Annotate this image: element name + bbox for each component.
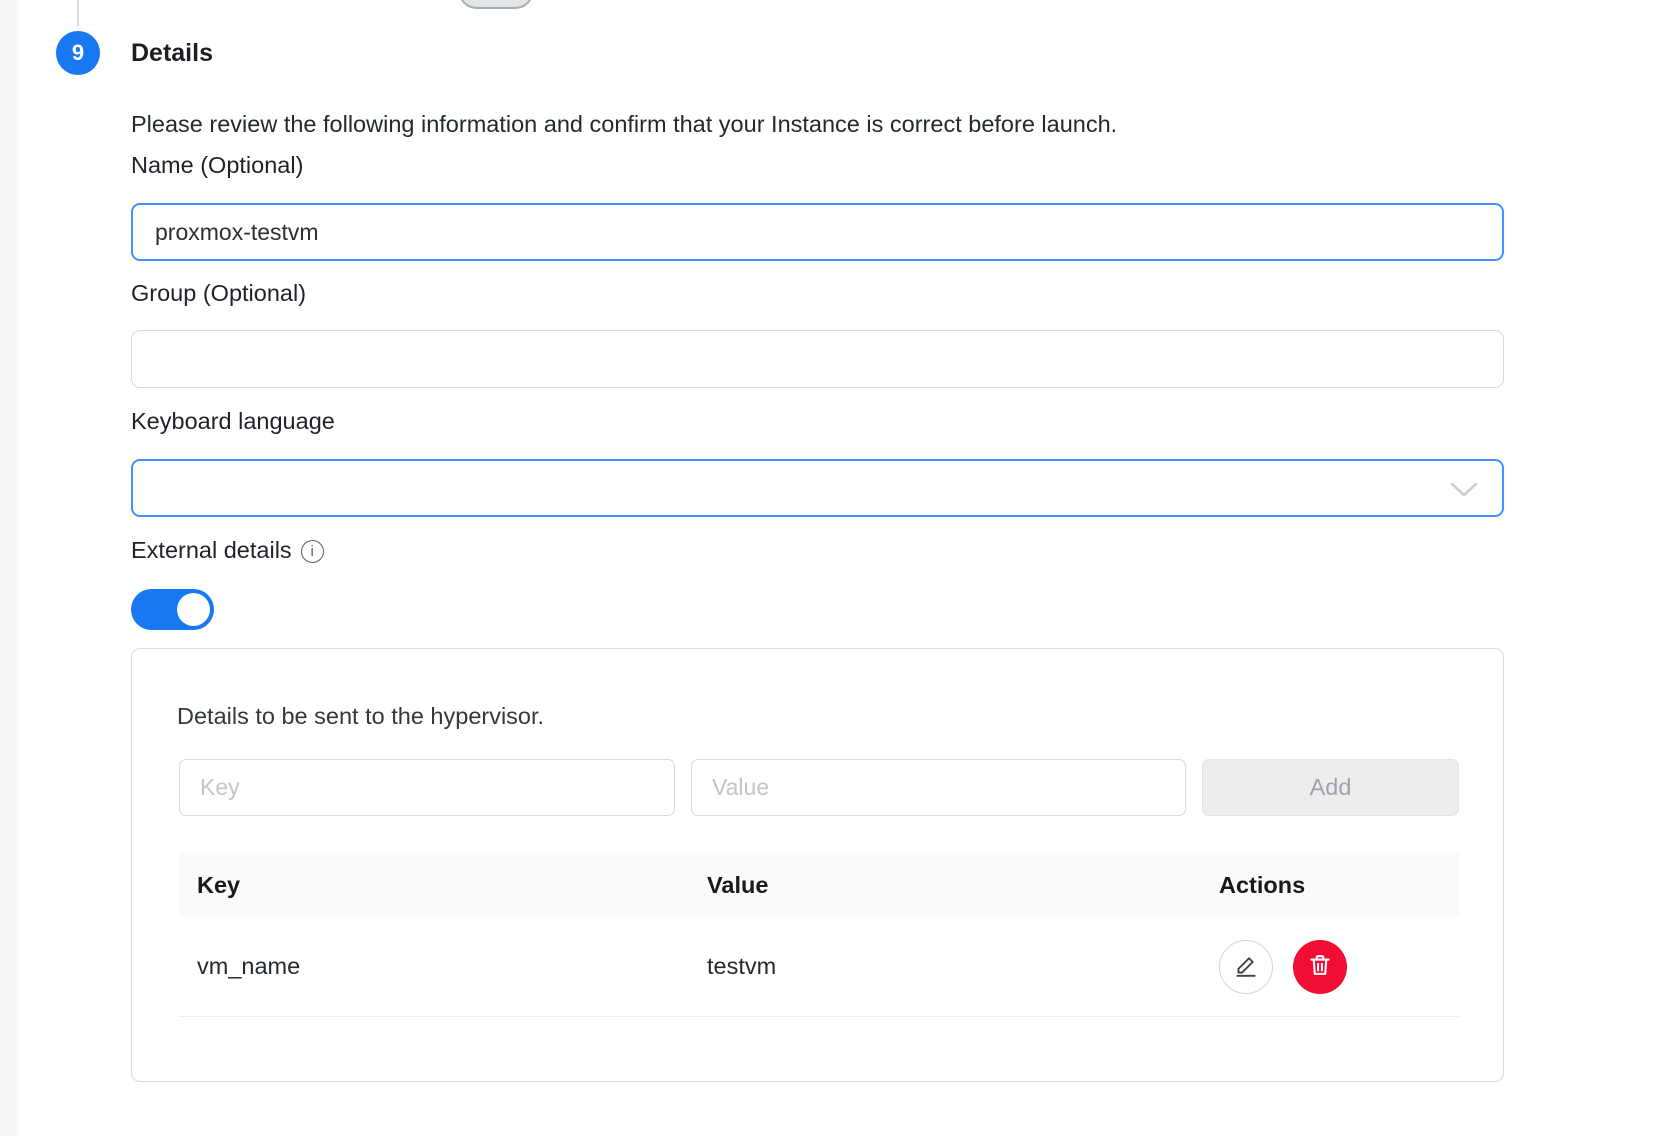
name-input[interactable] <box>131 203 1504 261</box>
trash-icon <box>1307 952 1333 981</box>
pencil-icon <box>1233 952 1259 981</box>
group-input[interactable] <box>131 330 1504 388</box>
row-value-cell: testvm <box>689 953 1201 980</box>
header-actions: Actions <box>1201 872 1459 899</box>
table-row: vm_name testvm <box>179 917 1459 1017</box>
group-field-label: Group (Optional) <box>131 280 306 307</box>
step-number-badge: 9 <box>56 31 100 75</box>
page-left-gutter <box>0 0 18 1136</box>
keyboard-language-select[interactable] <box>131 459 1504 517</box>
review-instructions-text: Please review the following information … <box>131 111 1117 138</box>
stepper-connector-line <box>77 0 79 26</box>
key-input[interactable] <box>179 759 675 816</box>
table-header-row: Key Value Actions <box>179 853 1459 917</box>
keyboard-language-label: Keyboard language <box>131 408 335 435</box>
hypervisor-description: Details to be sent to the hypervisor. <box>177 703 544 730</box>
previous-step-toggle-partial[interactable] <box>458 0 534 9</box>
name-field-label: Name (Optional) <box>131 152 303 179</box>
instance-launch-details-step: 9 Details Please review the following in… <box>0 0 1662 1136</box>
external-details-label: External details <box>131 537 292 564</box>
info-icon[interactable]: i <box>301 540 324 563</box>
row-key-cell: vm_name <box>179 953 689 980</box>
hypervisor-details-table: Key Value Actions vm_name testvm <box>179 853 1459 1017</box>
header-key: Key <box>179 872 689 899</box>
hypervisor-details-panel: Details to be sent to the hypervisor. Ad… <box>131 648 1504 1082</box>
step-number: 9 <box>72 40 84 66</box>
edit-button[interactable] <box>1219 940 1273 994</box>
value-input[interactable] <box>691 759 1186 816</box>
delete-button[interactable] <box>1293 940 1347 994</box>
external-details-label-row: External details i <box>131 537 324 564</box>
add-button[interactable]: Add <box>1202 759 1459 816</box>
step-title: Details <box>131 39 213 68</box>
external-details-toggle[interactable] <box>131 589 214 630</box>
chevron-down-icon <box>1450 482 1478 504</box>
row-actions-cell <box>1201 940 1459 994</box>
toggle-knob <box>177 593 210 626</box>
header-value: Value <box>689 872 1201 899</box>
